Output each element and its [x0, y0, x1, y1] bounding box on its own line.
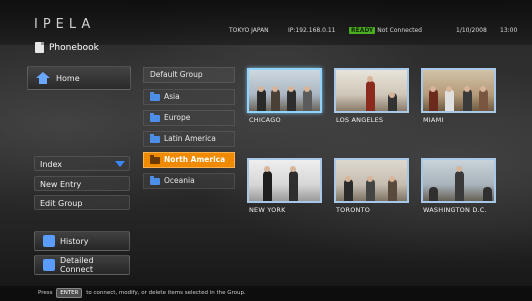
group-label: Europe [164, 113, 191, 122]
help-prefix: Press [38, 290, 53, 296]
group-item-oceania[interactable]: Oceania [143, 173, 235, 189]
contact-thumbnail-new-york[interactable] [247, 158, 322, 203]
default-group-label: Default Group [150, 70, 203, 79]
phonebook-icon [35, 42, 44, 53]
history-label: History [60, 236, 89, 246]
contact-thumbnail-los-angeles[interactable] [334, 68, 409, 113]
section-title: Phonebook [49, 42, 99, 53]
contact-grid: CHICAGO LOS ANGELES MIAMI NEW YORK TORON… [237, 58, 509, 228]
group-item-north-america[interactable]: North America [143, 152, 235, 168]
new-entry-button[interactable]: New Entry [34, 176, 130, 191]
home-button[interactable]: Home [27, 66, 131, 90]
ip-text: IP:192.168.0.11 [288, 27, 336, 34]
contact-label-new-york: NEW YORK [249, 206, 286, 214]
folder-icon [150, 91, 160, 101]
connect-icon [43, 259, 55, 271]
history-button[interactable]: History [34, 231, 130, 251]
detailed-connect-label: Detailed Connect [59, 256, 94, 274]
group-label: North America [164, 155, 226, 164]
index-label: Index [40, 160, 63, 169]
contact-label-toronto: TORONTO [336, 206, 371, 214]
location-text: TOKYO JAPAN [229, 27, 269, 34]
edit-group-button[interactable]: Edit Group [34, 195, 130, 210]
home-label: Home [56, 73, 80, 83]
default-group-item[interactable]: Default Group [143, 67, 235, 83]
contact-thumbnail-miami[interactable] [421, 68, 496, 113]
header-bar: IPELA TOKYO JAPAN IP:192.168.0.11 READY N… [0, 0, 532, 45]
contact-thumbnail-chicago[interactable] [247, 68, 322, 113]
breadcrumb: Phonebook [35, 42, 99, 53]
contact-label-chicago: CHICAGO [249, 116, 281, 124]
folder-icon [150, 175, 160, 185]
group-label: Oceania [164, 176, 195, 185]
help-bar: Press ENTER to connect, modify, or delet… [0, 286, 532, 301]
help-text: to connect, modify, or delete items sele… [86, 290, 246, 296]
contact-thumbnail-toronto[interactable] [334, 158, 409, 203]
chevron-down-icon [115, 161, 125, 167]
enter-key-icon: ENTER [56, 288, 83, 298]
time-text: 13:00 [500, 27, 518, 34]
home-icon [36, 72, 50, 84]
history-icon [43, 235, 55, 247]
connection-status: READY Not Connected [349, 27, 422, 34]
folder-icon [150, 154, 160, 164]
group-label: Latin America [164, 134, 216, 143]
office-photo [249, 160, 320, 201]
edit-group-label: Edit Group [40, 199, 83, 208]
group-label: Asia [164, 92, 180, 101]
group-item-asia[interactable]: Asia [143, 89, 235, 105]
new-entry-label: New Entry [40, 180, 82, 189]
contact-label-washington-dc: WASHINGTON D.C. [423, 206, 487, 214]
index-dropdown[interactable]: Index [34, 156, 130, 171]
group-item-latin-america[interactable]: Latin America [143, 131, 235, 147]
detailed-connect-button[interactable]: Detailed Connect [34, 255, 130, 275]
ready-badge: READY [349, 27, 376, 34]
folder-icon [150, 112, 160, 122]
contact-thumbnail-washington-dc[interactable] [421, 158, 496, 203]
folder-icon [150, 133, 160, 143]
group-item-europe[interactable]: Europe [143, 110, 235, 126]
date-text: 1/10/2008 [456, 27, 487, 34]
connection-text: Not Connected [377, 27, 422, 34]
logo: IPELA [34, 17, 96, 32]
contact-label-los-angeles: LOS ANGELES [336, 116, 384, 124]
contact-label-miami: MIAMI [423, 116, 444, 124]
